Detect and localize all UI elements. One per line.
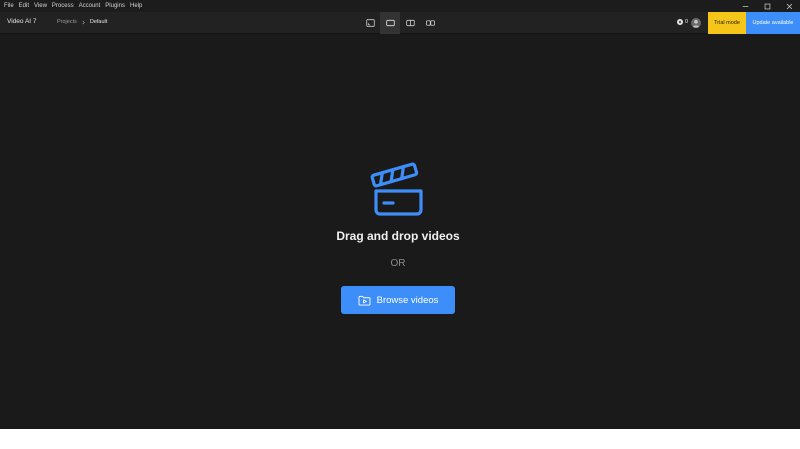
credits-icon bbox=[677, 19, 683, 25]
user-icon bbox=[692, 20, 700, 28]
chevron-right-icon bbox=[81, 20, 86, 25]
menu-view[interactable]: View bbox=[34, 1, 47, 11]
breadcrumb-current: Default bbox=[89, 19, 108, 25]
menu-items: File Edit View Process Account Plugins H… bbox=[4, 1, 142, 11]
header-bar: Video AI 7 Projects Default 0 Trial mode… bbox=[0, 12, 800, 34]
menu-file[interactable]: File bbox=[4, 1, 14, 11]
maximize-button[interactable] bbox=[756, 0, 778, 12]
trial-mode-button[interactable]: Trial mode bbox=[708, 12, 746, 34]
browse-videos-label: Browse videos bbox=[376, 294, 439, 306]
full-view-icon bbox=[385, 19, 395, 27]
or-separator: OR bbox=[390, 258, 406, 269]
maximize-icon bbox=[764, 3, 770, 9]
clapperboard-icon bbox=[370, 162, 423, 216]
single-view-icon bbox=[365, 19, 375, 27]
app-window: File Edit View Process Account Plugins H… bbox=[0, 0, 800, 429]
menu-edit[interactable]: Edit bbox=[19, 1, 29, 11]
menu-plugins[interactable]: Plugins bbox=[105, 1, 125, 11]
view-mode-split[interactable] bbox=[400, 12, 420, 34]
view-mode-single[interactable] bbox=[360, 12, 380, 34]
view-mode-full[interactable] bbox=[380, 12, 400, 34]
app-title: Video AI 7 bbox=[7, 18, 37, 25]
drop-title: Drag and drop videos bbox=[336, 229, 460, 243]
view-mode-side-by-side[interactable] bbox=[420, 12, 440, 34]
credits-count: 0 bbox=[685, 19, 689, 25]
close-icon bbox=[786, 3, 792, 9]
window-controls bbox=[734, 0, 800, 12]
minimize-icon bbox=[742, 5, 748, 7]
credits-indicator[interactable]: 0 bbox=[677, 19, 688, 25]
folder-play-icon bbox=[358, 295, 371, 306]
avatar[interactable] bbox=[691, 18, 701, 28]
minimize-button[interactable] bbox=[734, 0, 756, 12]
update-available-button[interactable]: Update available bbox=[746, 12, 800, 34]
menu-process[interactable]: Process bbox=[52, 1, 74, 11]
view-mode-switcher bbox=[360, 12, 440, 34]
menu-help[interactable]: Help bbox=[130, 1, 142, 11]
breadcrumb-projects[interactable]: Projects bbox=[57, 19, 77, 25]
browse-videos-button[interactable]: Browse videos bbox=[341, 286, 455, 314]
split-view-icon bbox=[405, 19, 415, 27]
close-button[interactable] bbox=[778, 0, 800, 12]
menu-account[interactable]: Account bbox=[79, 1, 101, 11]
menu-bar: File Edit View Process Account Plugins H… bbox=[0, 0, 800, 12]
side-by-side-view-icon bbox=[425, 20, 435, 26]
breadcrumb: Projects Default bbox=[57, 19, 107, 25]
